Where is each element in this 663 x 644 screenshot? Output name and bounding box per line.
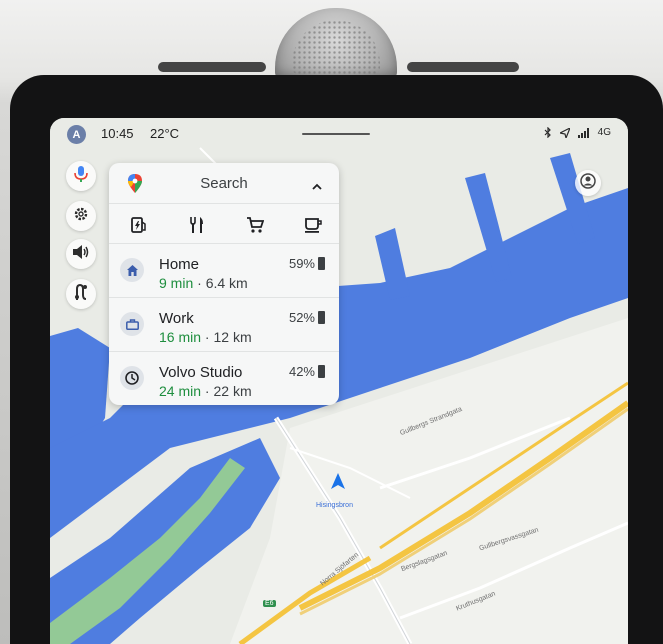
status-icons: 4G: [544, 127, 611, 138]
destination-eta: 16 min · 12 km: [159, 329, 252, 345]
clock: 10:45: [101, 126, 134, 141]
account-icon: [580, 172, 596, 194]
search-bar[interactable]: Search: [109, 163, 339, 203]
bluetooth-icon: [544, 127, 552, 138]
notification-handle[interactable]: [302, 133, 370, 135]
destination-name: Work: [159, 310, 194, 327]
microphone-icon: [74, 165, 88, 187]
air-vent-left: [158, 62, 266, 72]
gear-icon: [73, 206, 89, 227]
destination-name: Volvo Studio: [159, 364, 243, 381]
route-options-button[interactable]: [66, 279, 96, 309]
category-row: [109, 203, 339, 244]
route-icon: [74, 283, 88, 305]
current-location-arrow-icon: [331, 473, 345, 494]
account-button[interactable]: [575, 170, 601, 196]
search-label: Search: [200, 175, 248, 192]
speaker-icon: [73, 244, 89, 264]
voice-assistant-button[interactable]: [66, 161, 96, 191]
destination-eta: 24 min · 22 km: [159, 383, 252, 399]
temperature: 22°C: [150, 126, 180, 141]
signal-icon: [577, 127, 590, 138]
road-shield: E6: [263, 600, 276, 607]
air-vent-right: [407, 62, 519, 72]
battery-on-arrival: 42%: [289, 364, 325, 379]
clock-icon: [120, 366, 144, 390]
status-bar: A 10:45 22°C 4G: [50, 118, 628, 150]
chevron-up-icon[interactable]: [312, 177, 322, 195]
home-icon: [120, 258, 144, 282]
battery-on-arrival: 59%: [289, 256, 325, 271]
location-icon: [559, 127, 570, 138]
briefcase-icon: [120, 312, 144, 336]
network-type: 4G: [597, 127, 611, 138]
restaurant-icon[interactable]: [185, 214, 209, 236]
destination-name: Home: [159, 256, 200, 273]
battery-icon: [318, 365, 325, 378]
destination-eta: 9 min · 6.4 km: [159, 275, 248, 291]
battery-icon: [318, 257, 325, 270]
destination-item-work[interactable]: Work 16 min · 12 km 52%: [109, 297, 339, 352]
infotainment-screen: Gullbergs Strandgata Gullbergsvassgatan …: [50, 118, 628, 644]
map-bridge-label: Hisingsbron: [316, 502, 353, 509]
coffee-icon[interactable]: [301, 214, 325, 236]
destination-item-volvo-studio[interactable]: Volvo Studio 24 min · 22 km 42%: [109, 351, 339, 405]
battery-on-arrival: 52%: [289, 310, 325, 325]
grocery-icon[interactable]: [243, 214, 267, 236]
search-panel: Search Home 9 min · 6.4 km 59% Work 16 m…: [109, 163, 339, 405]
sound-button[interactable]: [66, 239, 96, 269]
settings-button[interactable]: [66, 201, 96, 231]
battery-icon: [318, 311, 325, 324]
avatar[interactable]: A: [67, 125, 86, 144]
destination-item-home[interactable]: Home 9 min · 6.4 km 59%: [109, 243, 339, 298]
ev-charger-icon[interactable]: [127, 214, 151, 236]
